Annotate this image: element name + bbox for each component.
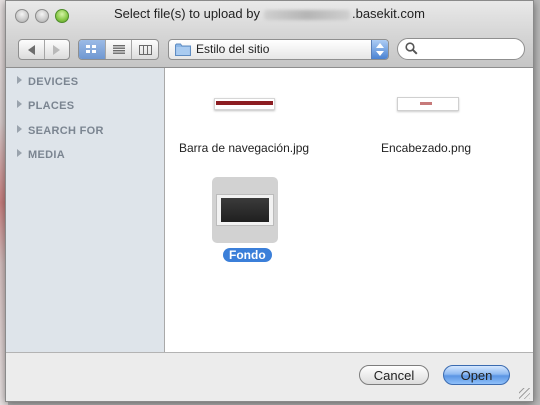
sidebar-item-label: MEDIA (28, 149, 65, 161)
forward-button[interactable] (45, 40, 70, 59)
sidebar-item-places[interactable]: PLACES (17, 100, 74, 112)
column-view-button[interactable] (132, 40, 158, 59)
view-mode-control (78, 39, 159, 60)
search-field (397, 38, 525, 60)
file-thumbnail-fondo[interactable] (212, 177, 278, 243)
location-popup[interactable]: Estilo del sitio (168, 39, 389, 60)
file-thumbnail-encabezado[interactable] (397, 97, 459, 111)
file-name-fondo[interactable]: Fondo (223, 248, 272, 262)
file-open-dialog: Select file(s) to upload by .basekit.com (5, 0, 534, 402)
resize-grip-icon[interactable] (519, 388, 530, 399)
disclosure-triangle-icon (17, 125, 22, 133)
forward-arrow-icon (53, 44, 61, 55)
disclosure-triangle-icon (17, 100, 22, 108)
sidebar-item-label: DEVICES (28, 76, 79, 88)
disclosure-triangle-icon (17, 76, 22, 84)
thumbnail-image (420, 102, 432, 105)
disclosure-triangle-icon (17, 149, 22, 157)
list-view-button[interactable] (106, 40, 133, 59)
back-forward-control (18, 39, 70, 60)
chevron-down-icon (376, 51, 384, 56)
title-bar: Select file(s) to upload by .basekit.com (6, 1, 533, 68)
sidebar-item-label: PLACES (28, 100, 75, 112)
sidebar-item-devices[interactable]: DEVICES (17, 76, 78, 88)
window-title-suffix: .basekit.com (351, 6, 425, 21)
icon-grid-icon (86, 45, 97, 53)
sidebar: DEVICES PLACES SEARCH FOR MEDIA (6, 68, 165, 352)
redacted-username (263, 10, 350, 21)
thumbnail-image (216, 194, 274, 226)
file-thumbnail-barra[interactable] (214, 98, 275, 110)
file-browser: Barra de navegación.jpg Encabezado.png F… (165, 68, 533, 352)
back-button[interactable] (19, 40, 45, 59)
file-name-barra[interactable]: Barra de navegación.jpg (179, 141, 309, 155)
chevron-up-icon (376, 43, 384, 48)
dialog-footer: Cancel Open (6, 352, 533, 401)
sidebar-item-media[interactable]: MEDIA (17, 149, 65, 161)
cancel-button[interactable]: Cancel (359, 365, 429, 385)
folder-icon (175, 43, 191, 56)
columns-icon (138, 44, 152, 55)
window-title: Select file(s) to upload by .basekit.com (6, 6, 533, 21)
list-lines-icon (112, 45, 125, 54)
location-popup-label: Estilo del sitio (196, 42, 270, 56)
open-button[interactable]: Open (443, 365, 510, 385)
sidebar-item-label: SEARCH FOR (28, 125, 104, 137)
sidebar-item-search-for[interactable]: SEARCH FOR (17, 125, 104, 137)
thumbnail-image (216, 101, 273, 105)
back-arrow-icon (27, 44, 35, 55)
popup-stepper (371, 40, 388, 59)
icon-view-button[interactable] (79, 40, 106, 59)
file-name-encabezado[interactable]: Encabezado.png (381, 141, 471, 155)
window-title-prefix: Select file(s) to upload by (114, 6, 260, 21)
search-icon (405, 42, 418, 55)
search-input[interactable] (422, 41, 521, 58)
